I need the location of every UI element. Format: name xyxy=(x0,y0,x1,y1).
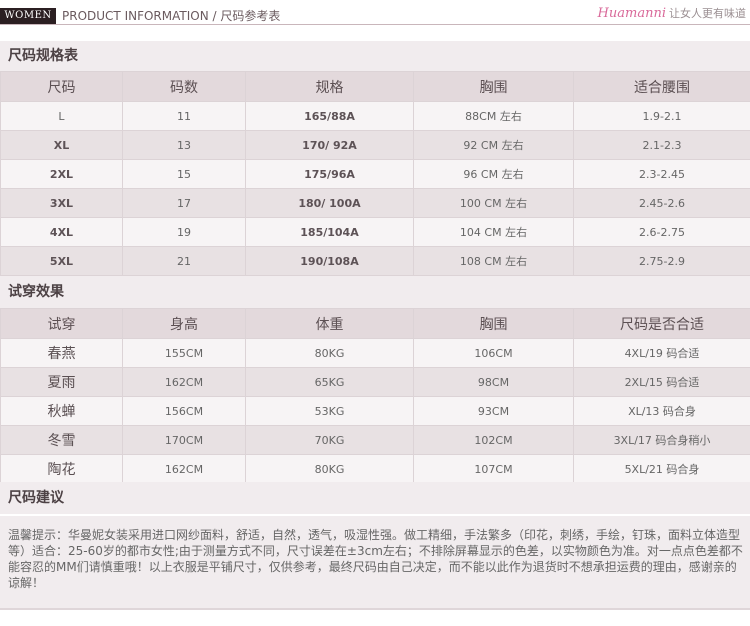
brand-script-logo: Huamanni xyxy=(597,6,666,21)
waist-cell: 2.6-2.75 xyxy=(573,217,750,247)
weight-cell: 53KG xyxy=(245,396,414,426)
weight-cell: 80KG xyxy=(245,338,414,368)
weight-cell: 70KG xyxy=(245,425,414,455)
fitting-table-title: 试穿效果 xyxy=(0,276,750,308)
table-row: 陶花 162CM 80KG 107CM 5XL/21 码合身 xyxy=(0,454,750,484)
model-name-cell: 春燕 xyxy=(0,338,123,368)
fitting-result-table: 试穿 身高 体重 胸围 尺码是否合适 春燕 155CM 80KG 106CM 4… xyxy=(0,308,750,484)
weight-cell: 80KG xyxy=(245,454,414,484)
column-header: 尺码 xyxy=(0,71,123,102)
waist-cell: 2.1-2.3 xyxy=(573,130,750,160)
number-cell: 19 xyxy=(122,217,246,247)
height-cell: 162CM xyxy=(122,367,246,397)
spec-cell: 165/88A xyxy=(245,101,414,131)
height-cell: 162CM xyxy=(122,454,246,484)
spec-cell: 175/96A xyxy=(245,159,414,189)
table-row: 4XL 19 185/104A 104 CM 左右 2.6-2.75 xyxy=(0,217,750,247)
fit-result-cell: 5XL/21 码合身 xyxy=(573,454,750,484)
column-header: 试穿 xyxy=(0,308,123,339)
height-cell: 170CM xyxy=(122,425,246,455)
size-cell: L xyxy=(0,101,123,131)
waist-cell: 1.9-2.1 xyxy=(573,101,750,131)
table-row: XL 13 170/ 92A 92 CM 左右 2.1-2.3 xyxy=(0,130,750,160)
size-cell: 4XL xyxy=(0,217,123,247)
table-row: 春燕 155CM 80KG 106CM 4XL/19 码合适 xyxy=(0,338,750,368)
model-name-cell: 夏雨 xyxy=(0,367,123,397)
size-table-title: 尺码规格表 xyxy=(0,41,750,71)
header-title: PRODUCT INFORMATION / 尺码参考表 xyxy=(62,9,281,23)
column-header: 适合腰围 xyxy=(573,71,750,102)
women-badge: WOMEN xyxy=(0,8,56,24)
bust-cell: 88CM 左右 xyxy=(413,101,574,131)
size-cell: XL xyxy=(0,130,123,160)
column-header: 胸围 xyxy=(413,308,574,339)
column-header: 身高 xyxy=(122,308,246,339)
size-table-header: 尺码 码数 规格 胸围 适合腰围 xyxy=(0,71,750,102)
bust-cell: 104 CM 左右 xyxy=(413,217,574,247)
bust-cell: 100 CM 左右 xyxy=(413,188,574,218)
waist-cell: 2.75-2.9 xyxy=(573,246,750,276)
bust-cell: 93CM xyxy=(413,396,574,426)
table-row: 秋蝉 156CM 53KG 93CM XL/13 码合身 xyxy=(0,396,750,426)
size-cell: 3XL xyxy=(0,188,123,218)
fit-result-cell: XL/13 码合身 xyxy=(573,396,750,426)
column-header: 胸围 xyxy=(413,71,574,102)
footer-divider xyxy=(0,608,750,610)
height-cell: 155CM xyxy=(122,338,246,368)
size-cell: 5XL xyxy=(0,246,123,276)
column-header: 尺码是否合适 xyxy=(573,308,750,339)
bust-cell: 98CM xyxy=(413,367,574,397)
waist-cell: 2.3-2.45 xyxy=(573,159,750,189)
waist-cell: 2.45-2.6 xyxy=(573,188,750,218)
table-row: 夏雨 162CM 65KG 98CM 2XL/15 码合适 xyxy=(0,367,750,397)
bust-cell: 107CM xyxy=(413,454,574,484)
spec-cell: 190/108A xyxy=(245,246,414,276)
height-cell: 156CM xyxy=(122,396,246,426)
size-spec-table: 尺码 码数 规格 胸围 适合腰围 L 11 165/88A 88CM 左右 1.… xyxy=(0,71,750,276)
fitting-table-header: 试穿 身高 体重 胸围 尺码是否合适 xyxy=(0,308,750,339)
advice-title: 尺码建议 xyxy=(0,482,750,514)
spec-cell: 185/104A xyxy=(245,217,414,247)
advice-text: 温馨提示：华曼妮女装采用进口网纱面料，舒适，自然，透气，吸湿性强。做工精细，手法… xyxy=(8,528,743,590)
fit-result-cell: 3XL/17 码合身稍小 xyxy=(573,425,750,455)
model-name-cell: 冬雪 xyxy=(0,425,123,455)
brand-logo: Huamanni 让女人更有味道 xyxy=(598,2,746,21)
fit-result-cell: 2XL/15 码合适 xyxy=(573,367,750,397)
model-name-cell: 秋蝉 xyxy=(0,396,123,426)
bust-cell: 106CM xyxy=(413,338,574,368)
bust-cell: 96 CM 左右 xyxy=(413,159,574,189)
brand-slogan: 让女人更有味道 xyxy=(669,7,746,20)
number-cell: 15 xyxy=(122,159,246,189)
number-cell: 17 xyxy=(122,188,246,218)
weight-cell: 65KG xyxy=(245,367,414,397)
size-cell: 2XL xyxy=(0,159,123,189)
number-cell: 21 xyxy=(122,246,246,276)
bust-cell: 102CM xyxy=(413,425,574,455)
column-header: 体重 xyxy=(245,308,414,339)
table-row: 冬雪 170CM 70KG 102CM 3XL/17 码合身稍小 xyxy=(0,425,750,455)
header-divider xyxy=(0,24,750,25)
table-row: 3XL 17 180/ 100A 100 CM 左右 2.45-2.6 xyxy=(0,188,750,218)
table-row: 2XL 15 175/96A 96 CM 左右 2.3-2.45 xyxy=(0,159,750,189)
table-row: 5XL 21 190/108A 108 CM 左右 2.75-2.9 xyxy=(0,246,750,276)
page-header: WOMEN PRODUCT INFORMATION / 尺码参考表 Huaman… xyxy=(0,0,750,34)
number-cell: 11 xyxy=(122,101,246,131)
number-cell: 13 xyxy=(122,130,246,160)
bust-cell: 108 CM 左右 xyxy=(413,246,574,276)
column-header: 规格 xyxy=(245,71,414,102)
bust-cell: 92 CM 左右 xyxy=(413,130,574,160)
table-row: L 11 165/88A 88CM 左右 1.9-2.1 xyxy=(0,101,750,131)
spec-cell: 170/ 92A xyxy=(245,130,414,160)
model-name-cell: 陶花 xyxy=(0,454,123,484)
spec-cell: 180/ 100A xyxy=(245,188,414,218)
column-header: 码数 xyxy=(122,71,246,102)
fit-result-cell: 4XL/19 码合适 xyxy=(573,338,750,368)
